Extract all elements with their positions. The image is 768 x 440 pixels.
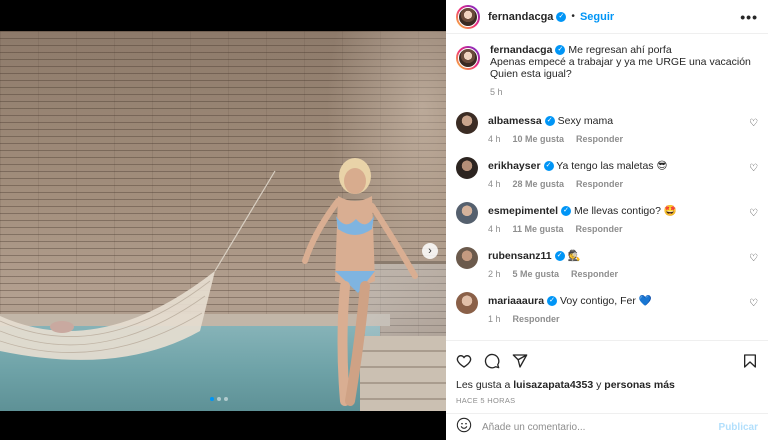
comment-username[interactable]: albamessa bbox=[488, 115, 542, 127]
verified-icon: ✓ bbox=[547, 296, 558, 307]
verified-icon: ✓ bbox=[556, 11, 567, 22]
carousel-indicator bbox=[210, 397, 228, 401]
carousel-dot bbox=[210, 397, 214, 401]
heart-icon[interactable]: ♡ bbox=[749, 298, 758, 309]
comment-input[interactable] bbox=[482, 421, 719, 433]
comment-text: Voy contigo, Fer 💙 bbox=[559, 295, 652, 307]
publish-button[interactable]: Publicar bbox=[719, 422, 758, 433]
separator: • bbox=[571, 11, 575, 22]
comment-item: esmepimentel ✓ Me llevas contigo? 🤩 4 h 11… bbox=[446, 202, 768, 247]
comment-time[interactable]: 2 h bbox=[488, 268, 501, 280]
heart-icon[interactable]: ♡ bbox=[749, 163, 758, 174]
comment-likes[interactable]: 10 Me gusta bbox=[513, 133, 565, 145]
avatar[interactable] bbox=[456, 202, 478, 224]
comment-time[interactable]: 4 h bbox=[488, 178, 501, 190]
caption-line-1: Me regresan ahí porfa bbox=[568, 44, 672, 56]
heart-icon[interactable]: ♡ bbox=[749, 208, 758, 219]
avatar[interactable] bbox=[456, 4, 480, 29]
comment-username[interactable]: erikhayser bbox=[488, 160, 541, 172]
heart-icon[interactable]: ♡ bbox=[749, 253, 758, 264]
caption-time[interactable]: 5 h bbox=[490, 86, 503, 98]
chevron-right-icon: › bbox=[428, 245, 432, 257]
add-comment-bar: Publicar bbox=[446, 413, 768, 440]
comments-list[interactable]: fernandacga ✓ Me regresan ahí porfa Apena… bbox=[446, 40, 768, 336]
comment-username[interactable]: esmepimentel bbox=[488, 205, 558, 217]
post-media: › bbox=[0, 0, 446, 440]
reply-button[interactable]: Responder bbox=[571, 268, 618, 280]
caption-username[interactable]: fernandacga bbox=[490, 44, 552, 56]
avatar[interactable] bbox=[456, 112, 478, 134]
avatar[interactable] bbox=[456, 292, 478, 314]
follow-button[interactable]: Seguir bbox=[580, 11, 614, 23]
comment-username[interactable]: rubensanz11 bbox=[488, 250, 552, 262]
comment-time[interactable]: 4 h bbox=[488, 223, 501, 235]
comment-item: erikhayser ✓ Ya tengo las maletas 😎 4 h 28… bbox=[446, 157, 768, 202]
likes-summary[interactable]: Les gusta a luisazapata4353 y personas m… bbox=[456, 379, 758, 391]
comment-time[interactable]: 1 h bbox=[488, 313, 501, 325]
post-time[interactable]: Hace 5 horas bbox=[456, 396, 758, 405]
share-icon[interactable] bbox=[512, 353, 528, 369]
comment-text: Ya tengo las maletas 😎 bbox=[556, 160, 668, 172]
reply-button[interactable]: Responder bbox=[576, 223, 623, 235]
post-header: fernandacga ✓ • Seguir ••• bbox=[446, 0, 768, 34]
comment-likes[interactable]: 5 Me gusta bbox=[513, 268, 560, 280]
comment-item: rubensanz11 ✓ 🕵 2 h 5 Me gusta Responder ♡ bbox=[446, 247, 768, 292]
caption-line-3: Quien esta igual? bbox=[490, 68, 572, 80]
comment-icon[interactable] bbox=[484, 353, 500, 369]
comment-time[interactable]: 4 h bbox=[488, 133, 501, 145]
comment-item: albamessa ✓ Sexy mama 4 h 10 Me gusta Respo… bbox=[446, 112, 768, 157]
post-panel: fernandacga ✓ • Seguir ••• fernandacga ✓ … bbox=[446, 0, 768, 440]
comment-text: 🕵 bbox=[567, 250, 581, 262]
liker-username[interactable]: luisazapata4353 bbox=[513, 379, 593, 391]
comment-username[interactable]: mariaaaura bbox=[488, 295, 544, 307]
verified-icon: ✓ bbox=[555, 45, 566, 56]
bookmark-icon[interactable] bbox=[742, 353, 758, 369]
comment-text: Me llevas contigo? 🤩 bbox=[573, 205, 677, 217]
comment-likes[interactable]: 11 Me gusta bbox=[513, 223, 564, 235]
comment-likes[interactable]: 28 Me gusta bbox=[513, 178, 565, 190]
comment-text: Sexy mama bbox=[557, 115, 614, 127]
emoji-icon[interactable] bbox=[456, 417, 472, 438]
heart-icon[interactable] bbox=[456, 353, 472, 369]
heart-icon[interactable]: ♡ bbox=[749, 118, 758, 129]
carousel-dot bbox=[217, 397, 221, 401]
avatar[interactable] bbox=[456, 46, 480, 70]
post-photo[interactable]: › bbox=[0, 31, 446, 411]
caption-line-2: Apenas empecé a trabajar y ya me URGE un… bbox=[490, 56, 751, 68]
post-actions: Les gusta a luisazapata4353 y personas m… bbox=[446, 340, 768, 405]
carousel-dot bbox=[224, 397, 228, 401]
next-slide-button[interactable]: › bbox=[422, 243, 438, 259]
more-icon[interactable]: ••• bbox=[740, 9, 758, 25]
verified-icon: ✓ bbox=[561, 206, 572, 217]
verified-icon: ✓ bbox=[544, 116, 555, 127]
verified-icon: ✓ bbox=[554, 251, 565, 262]
verified-icon: ✓ bbox=[543, 161, 554, 172]
avatar[interactable] bbox=[456, 247, 478, 269]
comment-item: mariaaaura ✓ Voy contigo, Fer 💙 1 h Respon… bbox=[446, 292, 768, 336]
reply-button[interactable]: Responder bbox=[576, 178, 623, 190]
post-caption: fernandacga ✓ Me regresan ahí porfa Apena… bbox=[446, 40, 768, 112]
reply-button[interactable]: Responder bbox=[576, 133, 623, 145]
avatar[interactable] bbox=[456, 157, 478, 179]
person bbox=[302, 158, 418, 406]
others-link[interactable]: personas más bbox=[604, 379, 675, 391]
reply-button[interactable]: Responder bbox=[513, 313, 560, 325]
post-username[interactable]: fernandacga bbox=[488, 11, 553, 23]
